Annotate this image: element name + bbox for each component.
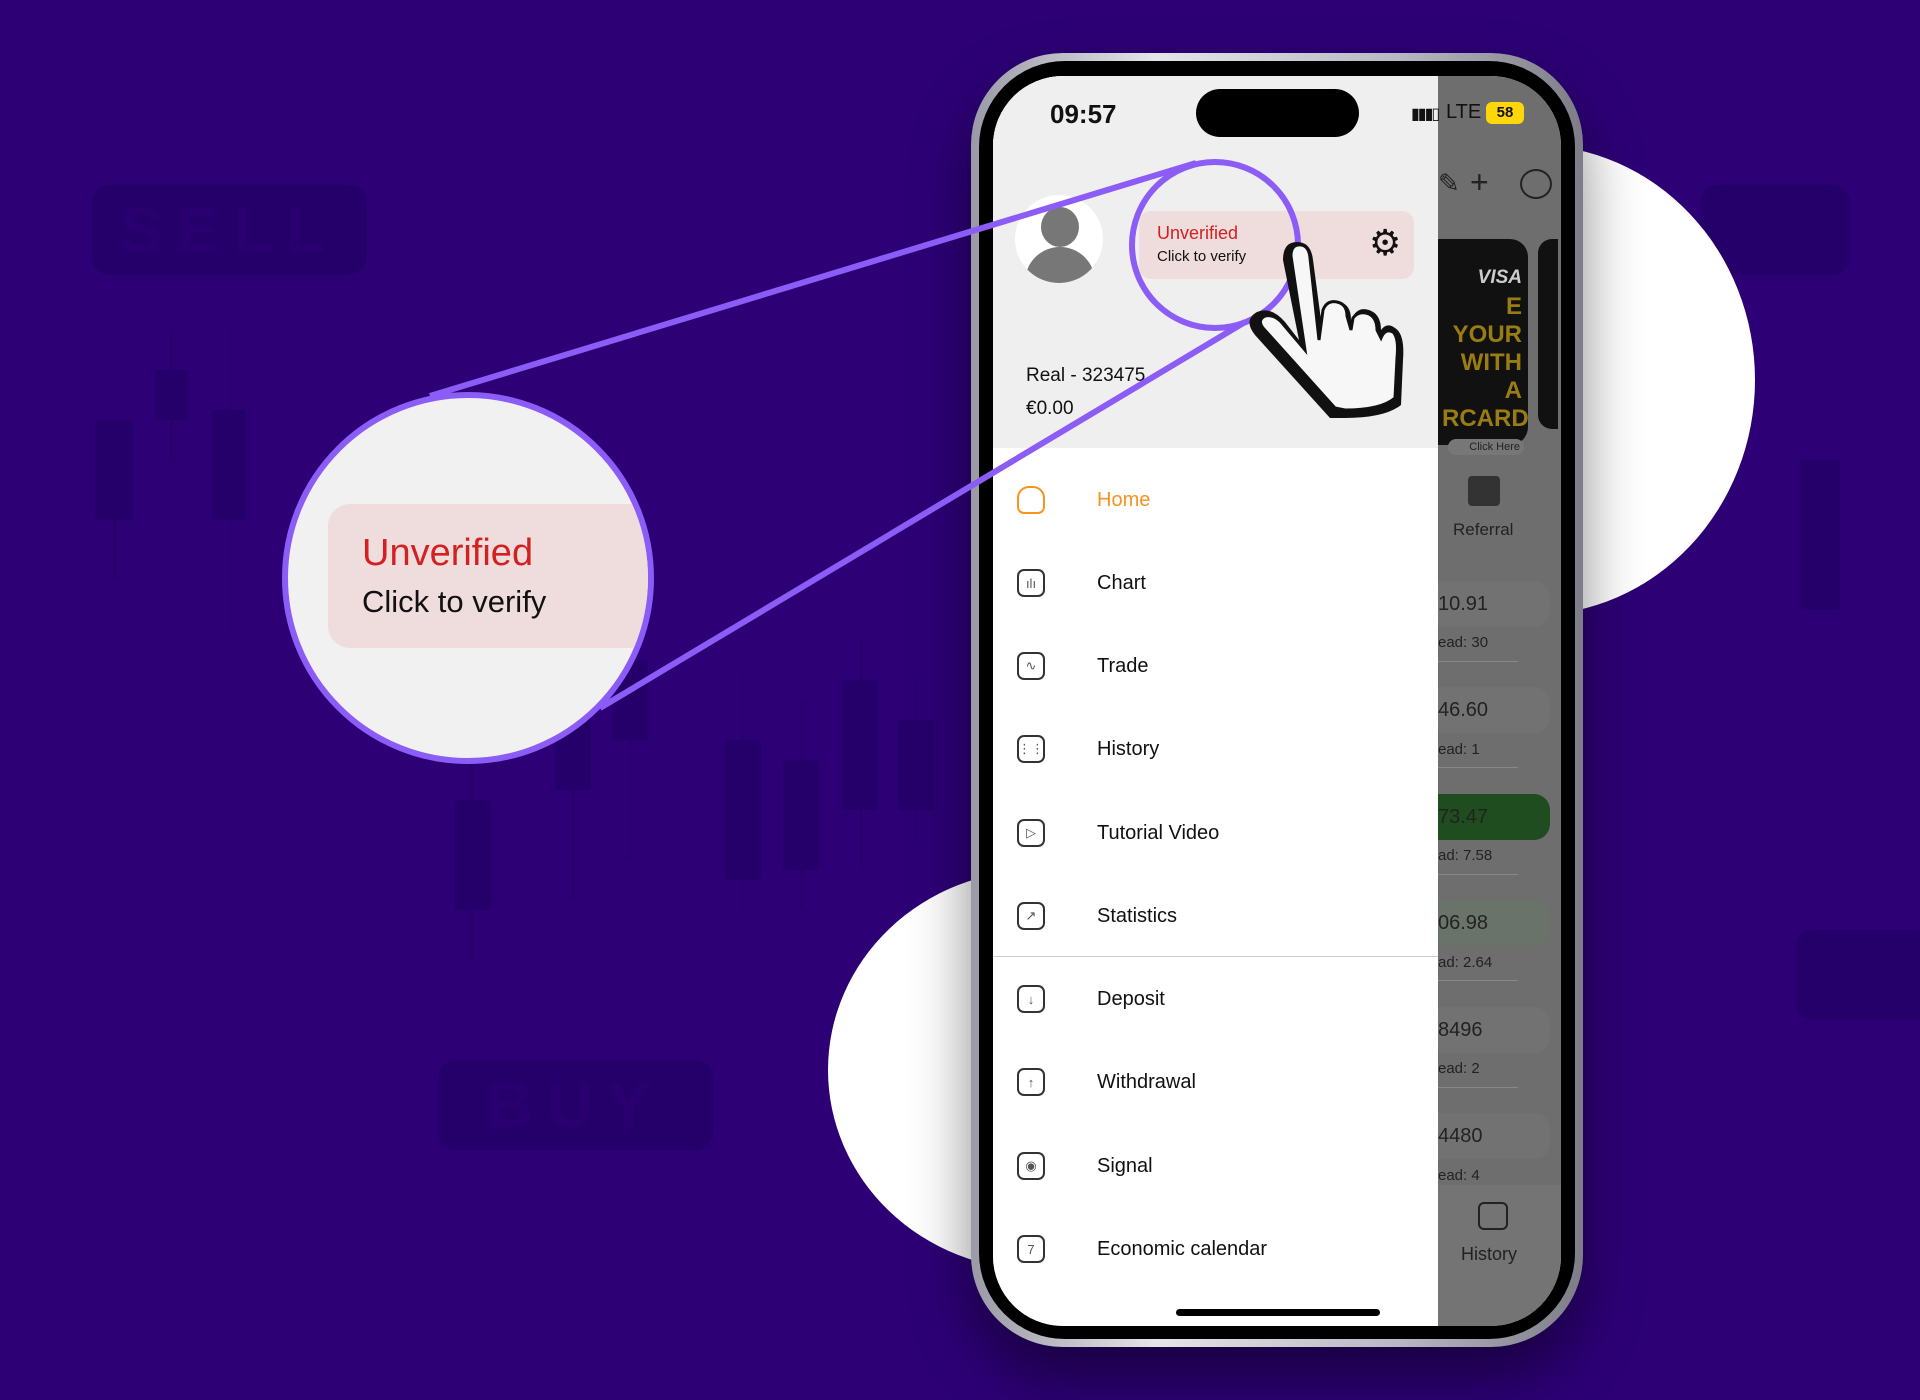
magnified-status: Unverified — [362, 532, 534, 574]
magnified-action: Click to verify — [362, 584, 547, 619]
magnifier-circle: Unverified Click to verify — [282, 392, 654, 764]
callout-lines — [429, 159, 1301, 711]
hand-pointer-icon — [1249, 242, 1404, 418]
